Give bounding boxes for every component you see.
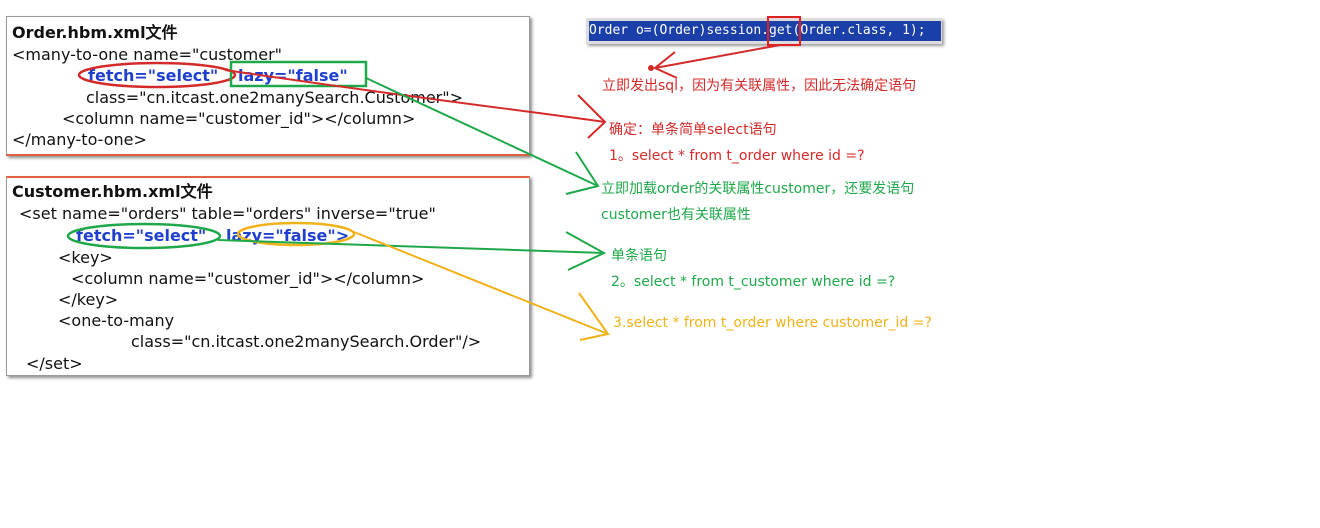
order-fetch-red-ellipse: [77, 61, 237, 89]
green-arrow-fetch-to-note: [217, 239, 605, 254]
red-arrow-get-dot: [648, 65, 654, 71]
red-arrow-fetch-tip: [577, 94, 607, 139]
green-arrow-lazy-to-note: [365, 77, 599, 187]
annotation-overlay: [66, 44, 781, 341]
gold-arrow-lazy-to-note: [353, 231, 609, 335]
red-arrow-get-to-note: [654, 44, 781, 69]
red-arrow-fetch-to-note: [224, 69, 606, 123]
customer-fetch-green-ellipse: [66, 222, 222, 250]
